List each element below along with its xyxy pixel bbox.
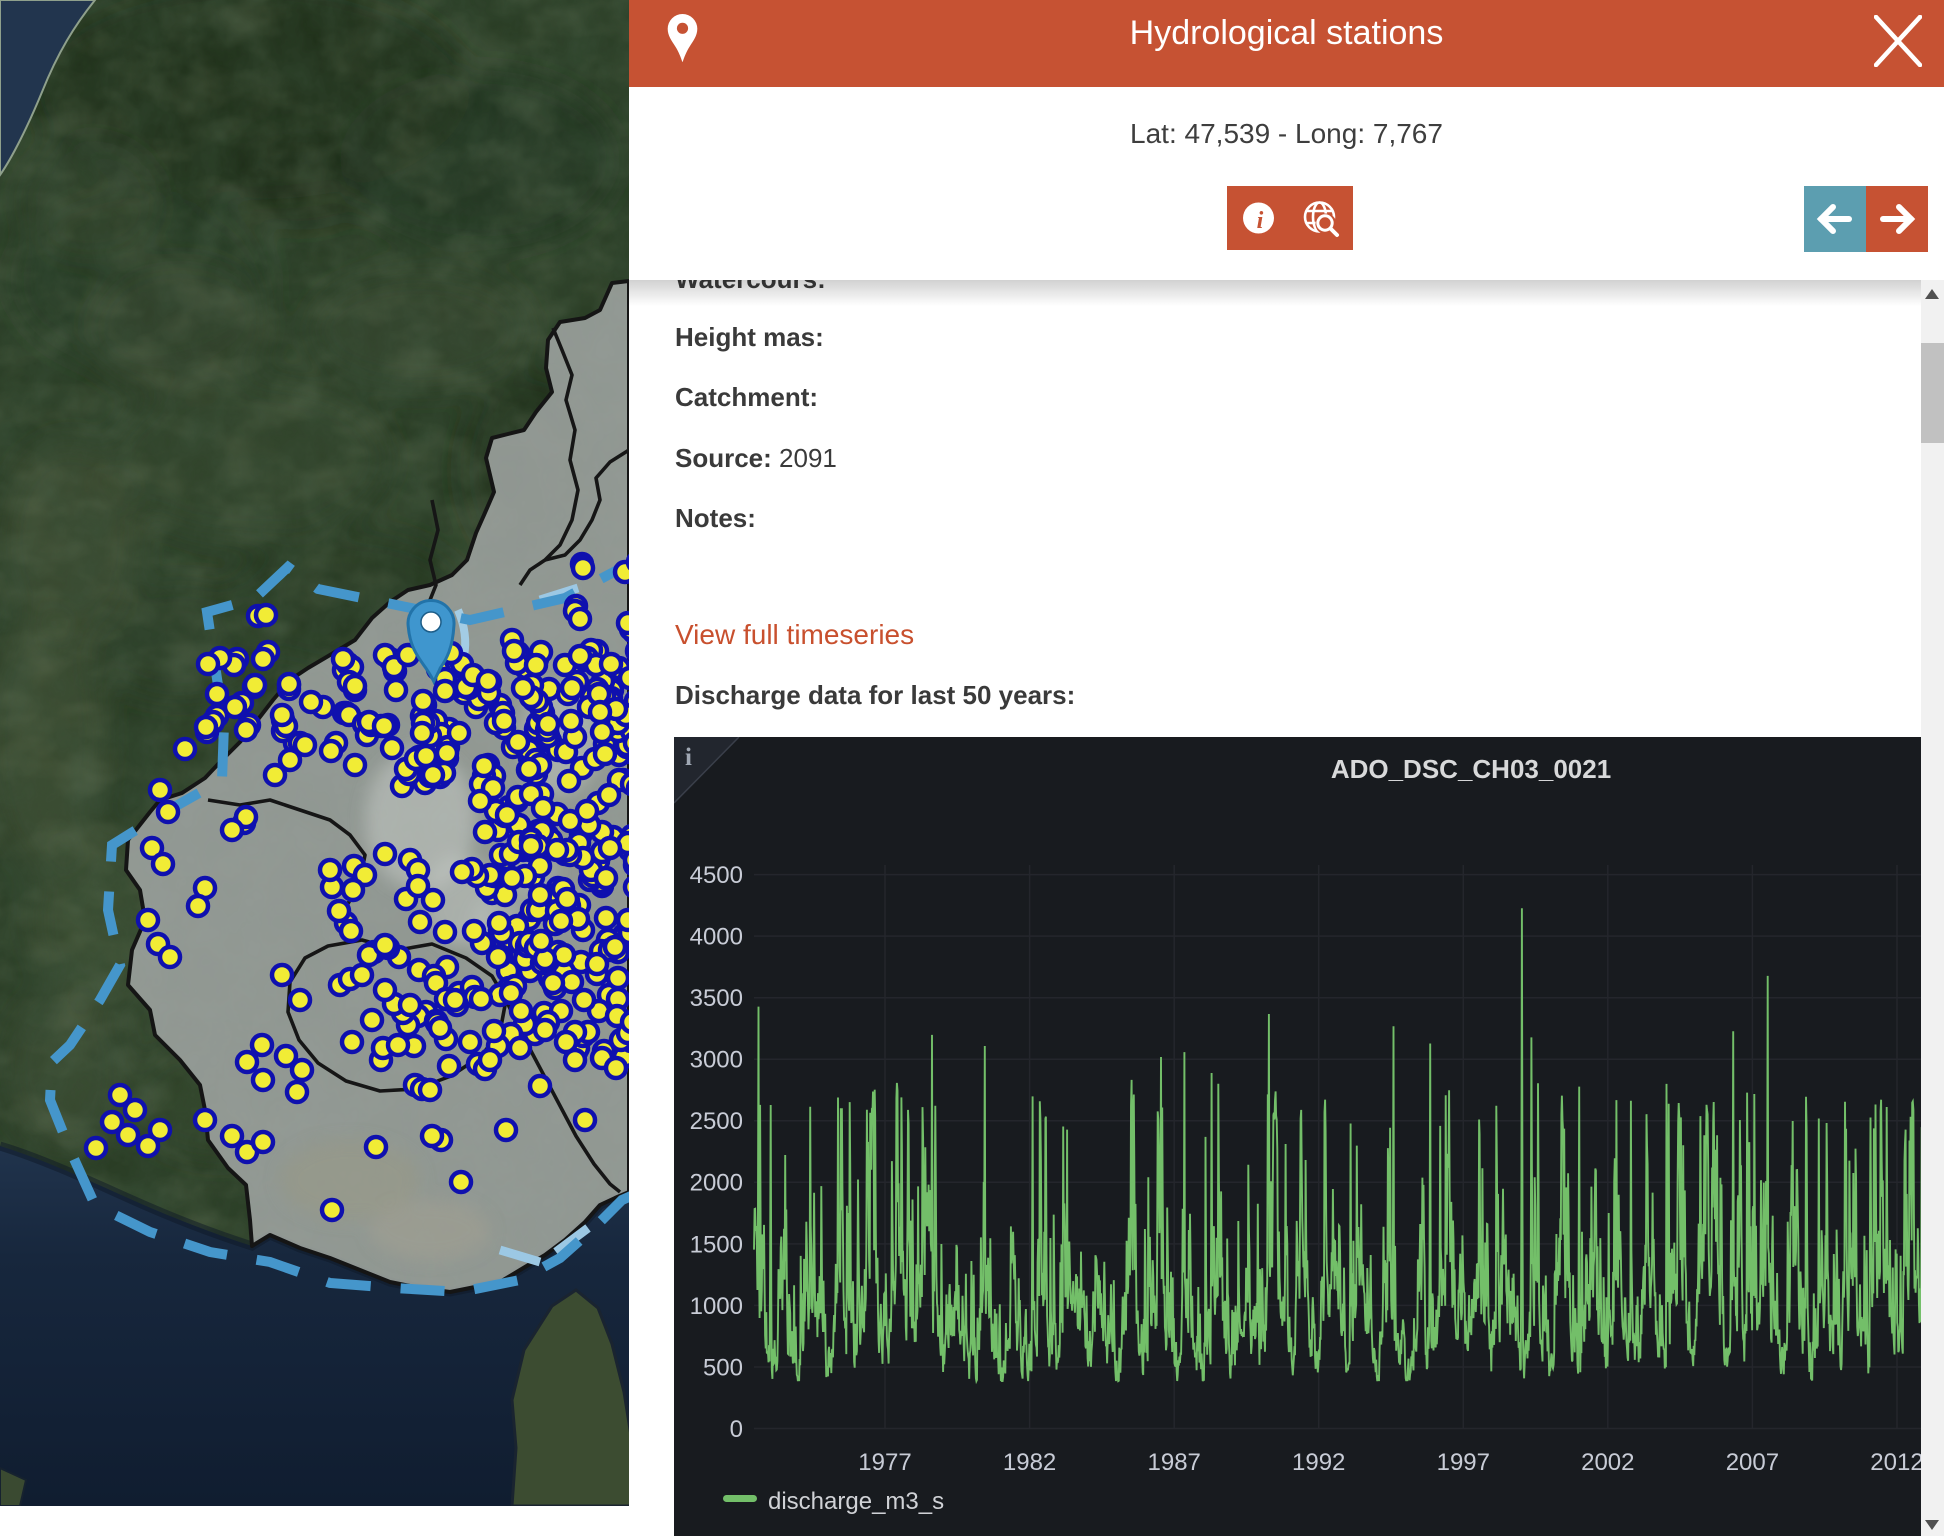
svg-text:500: 500: [703, 1354, 743, 1381]
svg-text:discharge_m3_s: discharge_m3_s: [768, 1488, 944, 1515]
svg-text:1987: 1987: [1148, 1449, 1201, 1476]
svg-text:i: i: [1257, 208, 1264, 234]
svg-text:2000: 2000: [690, 1170, 743, 1197]
svg-text:1977: 1977: [858, 1449, 911, 1476]
svg-text:ADO_DSC_CH03_0021: ADO_DSC_CH03_0021: [1331, 754, 1611, 784]
svg-text:1997: 1997: [1437, 1449, 1490, 1476]
svg-text:3000: 3000: [690, 1047, 743, 1074]
svg-text:1992: 1992: [1292, 1449, 1345, 1476]
svg-text:2500: 2500: [690, 1108, 743, 1135]
svg-text:2002: 2002: [1581, 1449, 1634, 1476]
svg-text:3500: 3500: [690, 985, 743, 1012]
svg-text:i: i: [685, 744, 692, 771]
svg-text:1000: 1000: [690, 1293, 743, 1320]
svg-text:1982: 1982: [1003, 1449, 1056, 1476]
svg-text:2012: 2012: [1870, 1449, 1921, 1476]
svg-text:1500: 1500: [690, 1231, 743, 1258]
svg-text:4500: 4500: [690, 862, 743, 889]
svg-text:2007: 2007: [1726, 1449, 1779, 1476]
svg-text:4000: 4000: [690, 924, 743, 951]
svg-text:0: 0: [730, 1416, 743, 1443]
